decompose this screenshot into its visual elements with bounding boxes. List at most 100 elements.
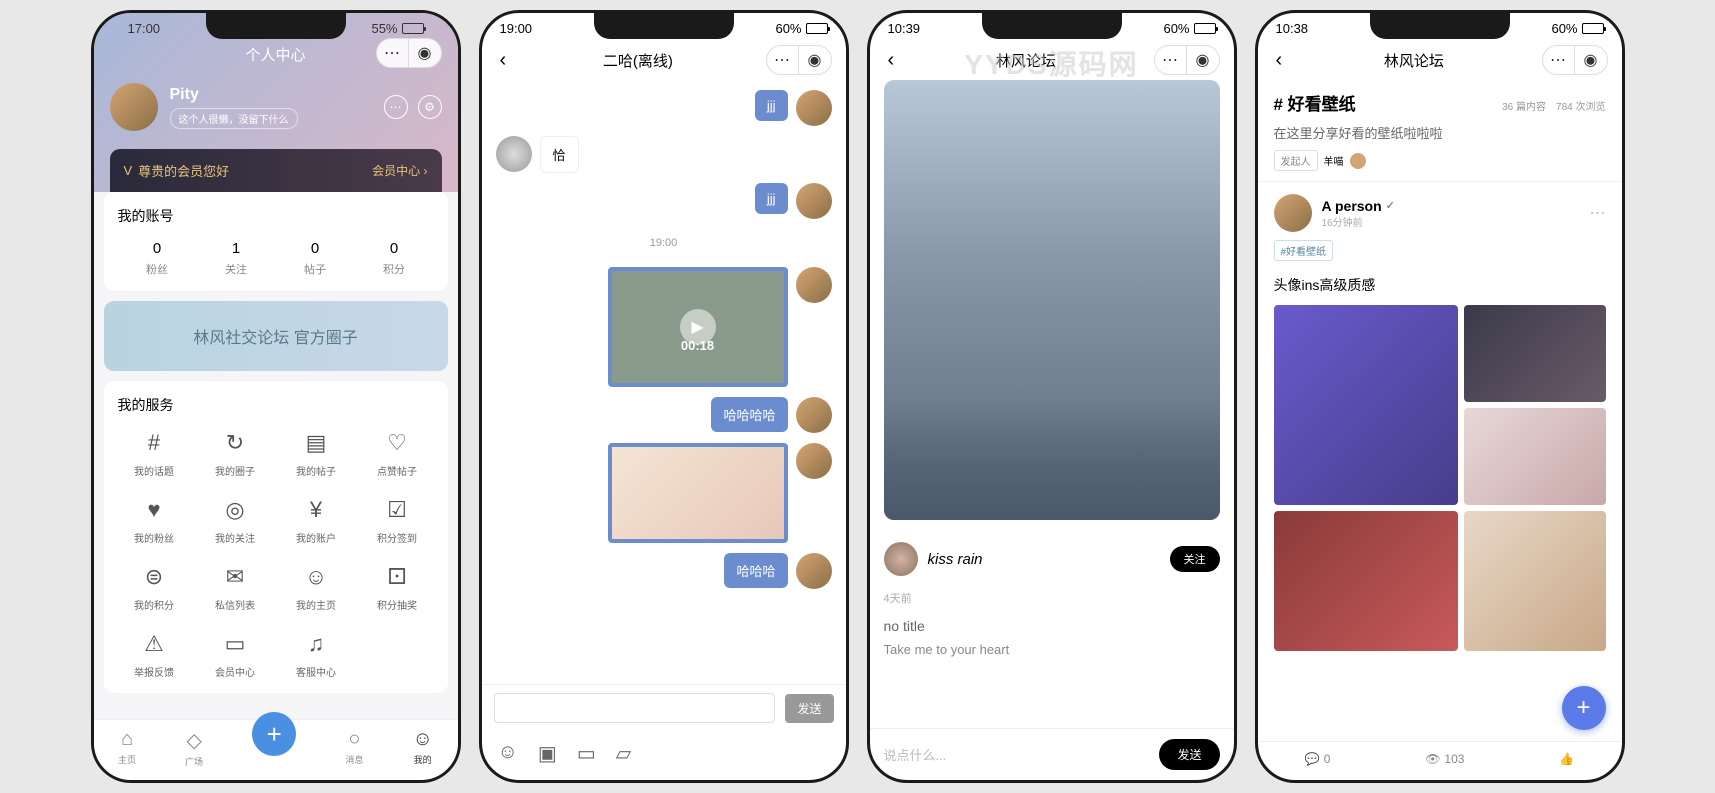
message-timestamp: 19:00 xyxy=(496,237,832,249)
tab-item[interactable]: ⌂主页 xyxy=(118,728,136,768)
post-tag[interactable]: #好看壁纸 xyxy=(1274,240,1334,261)
post-image[interactable] xyxy=(884,80,1220,520)
follow-button[interactable]: 关注 xyxy=(1170,546,1220,572)
message-avatar[interactable] xyxy=(796,397,832,433)
service-icon: ¥ xyxy=(302,496,330,524)
stat-posts[interactable]: 0帖子 xyxy=(304,240,326,277)
back-button[interactable]: ‹ xyxy=(1272,49,1287,72)
service-item[interactable]: ⚀积分抽奖 xyxy=(361,563,434,612)
message-avatar[interactable] xyxy=(796,90,832,126)
message-list[interactable]: jjj恰jjj19:00▶00:18哈哈哈哈哈哈哈 xyxy=(482,80,846,684)
folder-icon[interactable]: ▱ xyxy=(616,741,631,766)
tab-bar: ⌂主页◇广场+○消息☺我的 xyxy=(94,719,458,780)
service-item[interactable]: ⊜我的积分 xyxy=(118,563,191,612)
forum-banner[interactable]: 林风社交论坛 官方圈子 xyxy=(104,301,448,371)
message-image[interactable] xyxy=(608,443,788,543)
message-bubble[interactable]: jjj xyxy=(755,90,788,121)
chat-icon[interactable]: ⋯ xyxy=(384,95,408,119)
tab-item[interactable]: ☺我的 xyxy=(412,728,432,768)
message-video[interactable]: ▶00:18 xyxy=(608,267,788,387)
user-avatar[interactable] xyxy=(110,83,158,131)
back-button[interactable]: ‹ xyxy=(496,49,511,72)
service-item[interactable]: ✉私信列表 xyxy=(199,563,272,612)
vip-banner[interactable]: V 尊贵的会员您好 会员中心 › xyxy=(110,149,442,192)
stat-points[interactable]: 0积分 xyxy=(383,240,405,277)
post-image[interactable] xyxy=(1274,305,1458,505)
message-avatar[interactable] xyxy=(796,183,832,219)
settings-icon[interactable]: ⚙ xyxy=(418,95,442,119)
message-input[interactable] xyxy=(494,693,776,723)
tab-label: 广场 xyxy=(185,757,203,767)
message-bubble[interactable]: jjj xyxy=(755,183,788,214)
post-image[interactable] xyxy=(1464,511,1606,651)
service-item[interactable]: ♥我的粉丝 xyxy=(118,496,191,545)
close-icon[interactable]: ◉ xyxy=(1575,46,1607,74)
menu-icon[interactable]: ⋯ xyxy=(1543,46,1575,74)
author-avatar[interactable] xyxy=(884,542,918,576)
service-item[interactable]: #我的话题 xyxy=(118,429,191,478)
post-author-info[interactable]: A person✓ 16分钟前 xyxy=(1322,198,1580,229)
post-author-avatar[interactable] xyxy=(1274,194,1312,232)
image-icon[interactable]: ▣ xyxy=(538,741,557,766)
mini-program-capsule[interactable]: ⋯ ◉ xyxy=(376,38,442,68)
tab-item[interactable]: ○消息 xyxy=(345,728,363,768)
topic-publisher[interactable]: 发起人 羊喵 xyxy=(1274,150,1606,171)
back-button[interactable]: ‹ xyxy=(884,49,899,72)
post-image[interactable] xyxy=(1464,408,1606,505)
message-avatar[interactable] xyxy=(496,136,532,172)
service-item[interactable]: ↻我的圈子 xyxy=(199,429,272,478)
more-icon[interactable]: ⋯ xyxy=(1590,203,1606,223)
post-image[interactable] xyxy=(1464,305,1606,402)
mini-program-capsule[interactable]: ⋯ ◉ xyxy=(766,45,832,75)
post-title: no title xyxy=(884,618,1220,634)
mini-program-capsule[interactable]: ⋯ ◉ xyxy=(1154,45,1220,75)
message-avatar[interactable] xyxy=(796,553,832,589)
send-button[interactable]: 发送 xyxy=(785,694,833,723)
service-item[interactable]: ◎我的关注 xyxy=(199,496,272,545)
message-avatar[interactable] xyxy=(796,267,832,303)
account-title: 我的账号 xyxy=(118,206,434,226)
author-name[interactable]: kiss rain xyxy=(928,551,1160,568)
send-button[interactable]: 发送 xyxy=(1159,739,1219,770)
vip-link[interactable]: 会员中心 › xyxy=(372,162,427,179)
close-icon[interactable]: ◉ xyxy=(1187,46,1219,74)
menu-icon[interactable]: ⋯ xyxy=(377,39,409,67)
emoji-icon[interactable]: ☺ xyxy=(498,741,518,766)
message-avatar[interactable] xyxy=(796,443,832,479)
message-bubble[interactable]: 哈哈哈 xyxy=(724,553,787,588)
new-post-fab[interactable]: + xyxy=(1562,686,1606,730)
close-icon[interactable]: ◉ xyxy=(799,46,831,74)
message-bubble[interactable]: 恰 xyxy=(540,136,579,173)
like-button[interactable]: 👍 xyxy=(1559,752,1574,766)
service-item[interactable]: ☑积分签到 xyxy=(361,496,434,545)
service-item[interactable]: ♡点赞帖子 xyxy=(361,429,434,478)
comment-input[interactable]: 说点什么... xyxy=(884,745,1150,764)
status-time: 19:00 xyxy=(500,21,533,36)
video-icon[interactable]: ▭ xyxy=(577,741,596,766)
tab-item[interactable]: ◇广场 xyxy=(185,728,203,768)
service-item[interactable]: ¥我的账户 xyxy=(280,496,353,545)
view-count: 👁103 xyxy=(1425,752,1464,766)
post-content[interactable]: kiss rain 关注 4天前 no title Take me to you… xyxy=(870,80,1234,728)
message-bubble[interactable]: 哈哈哈哈 xyxy=(711,397,787,432)
service-label: 会员中心 xyxy=(199,664,272,679)
mini-program-capsule[interactable]: ⋯ ◉ xyxy=(1542,45,1608,75)
tab-add-fab[interactable]: + xyxy=(252,712,296,756)
service-icon: ⊜ xyxy=(140,563,168,591)
service-item[interactable]: ▭会员中心 xyxy=(199,630,272,679)
post-image[interactable] xyxy=(1274,511,1458,651)
menu-icon[interactable]: ⋯ xyxy=(1155,46,1187,74)
topic-header-row: # 好看壁纸 36 篇内容 784 次浏览 xyxy=(1274,90,1606,115)
close-icon[interactable]: ◉ xyxy=(409,39,441,67)
service-item[interactable]: ▤我的帖子 xyxy=(280,429,353,478)
user-header[interactable]: Pity 这个人很懒，没留下什么 ⋯ ⚙ xyxy=(110,73,442,141)
notch xyxy=(206,13,346,39)
service-item[interactable]: ♫客服中心 xyxy=(280,630,353,679)
stat-fans[interactable]: 0粉丝 xyxy=(146,240,168,277)
battery-icon xyxy=(806,23,828,34)
stat-follow[interactable]: 1关注 xyxy=(225,240,247,277)
menu-icon[interactable]: ⋯ xyxy=(767,46,799,74)
comment-button[interactable]: 💬0 xyxy=(1305,752,1331,766)
service-item[interactable]: ⚠举报反馈 xyxy=(118,630,191,679)
service-item[interactable]: ☺我的主页 xyxy=(280,563,353,612)
